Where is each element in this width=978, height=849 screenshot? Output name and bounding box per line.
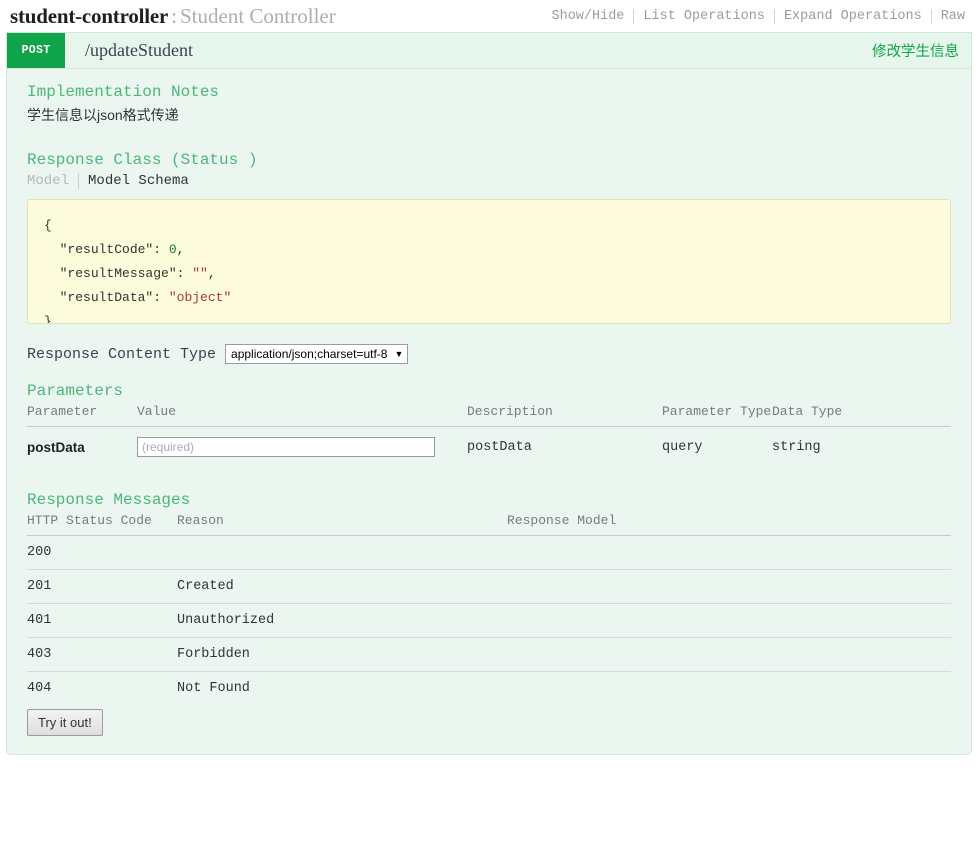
response-messages-table: HTTP Status Code Reason Response Model 2… bbox=[27, 513, 951, 705]
response-content-type-select[interactable]: application/json;charset=utf-8 ▼ bbox=[225, 344, 409, 364]
table-row: 403 Forbidden bbox=[27, 638, 951, 672]
response-content-type-selected-value: application/json;charset=utf-8 bbox=[231, 347, 388, 361]
signature-key-resultdata: "resultData" bbox=[59, 290, 154, 305]
operation-heading[interactable]: POST /updateStudent 修改学生信息 bbox=[6, 32, 972, 68]
parameter-description-cell: postData bbox=[467, 439, 532, 455]
try-it-out-button[interactable]: Try it out! bbox=[27, 709, 103, 736]
parameters-header-parameter: Parameter bbox=[27, 404, 137, 427]
response-reason-cell: Unauthorized bbox=[177, 613, 275, 628]
operation-body: Implementation Notes 学生信息以json格式传递 Respo… bbox=[6, 68, 972, 755]
table-row: 201 Created bbox=[27, 570, 951, 604]
parameter-type-cell: query bbox=[662, 439, 703, 455]
parameters-header-value: Value bbox=[137, 404, 467, 427]
response-content-type-label: Response Content Type bbox=[27, 345, 217, 363]
signature-line-close: } bbox=[44, 314, 52, 324]
operation-updatestudent: POST /updateStudent 修改学生信息 Implementatio… bbox=[6, 32, 972, 755]
implementation-notes-title: Implementation Notes bbox=[27, 83, 220, 101]
signature-colon-2: : bbox=[176, 266, 193, 281]
signature-comma-2: , bbox=[207, 266, 216, 281]
parameters-title: Parameters bbox=[27, 382, 124, 400]
resource-description: Student Controller bbox=[180, 3, 336, 28]
parameters-table: Parameter Value Description Parameter Ty… bbox=[27, 404, 951, 467]
resource-title: student-controller: Student Controller bbox=[10, 4, 336, 29]
chevron-down-icon: ▼ bbox=[394, 348, 404, 359]
signature-value-resultcode: 0 bbox=[168, 242, 177, 257]
tab-model[interactable]: Model bbox=[27, 173, 78, 189]
signature-value-resultdata: "object" bbox=[168, 290, 232, 305]
resource-title-separator: : bbox=[171, 3, 177, 28]
implementation-notes-text: 学生信息以json格式传递 bbox=[27, 107, 179, 123]
response-reason-cell: Forbidden bbox=[177, 647, 250, 662]
parameters-header-row: Parameter Value Description Parameter Ty… bbox=[27, 404, 951, 427]
parameters-header-parameter-type: Parameter Type bbox=[662, 404, 772, 427]
signature-colon-1: : bbox=[153, 242, 169, 257]
response-model-cell bbox=[507, 638, 951, 672]
operation-path[interactable]: /updateStudent bbox=[65, 40, 193, 61]
response-code-cell: 404 bbox=[27, 681, 52, 696]
response-messages-header-row: HTTP Status Code Reason Response Model bbox=[27, 513, 951, 536]
table-row: 401 Unauthorized bbox=[27, 604, 951, 638]
response-header-response-model: Response Model bbox=[507, 513, 951, 536]
parameter-data-type-cell: string bbox=[772, 439, 821, 455]
response-model-cell bbox=[507, 536, 951, 570]
signature-line-open: { bbox=[44, 218, 52, 233]
response-model-cell bbox=[507, 570, 951, 604]
model-schema-signature: { "resultCode": 0, "resultMessage": "", … bbox=[27, 199, 951, 324]
signature-key-resultcode: "resultCode" bbox=[59, 242, 154, 257]
response-reason-cell: Not Found bbox=[177, 681, 250, 696]
resource-name[interactable]: student-controller bbox=[10, 4, 168, 28]
parameters-header-description: Description bbox=[467, 404, 662, 427]
response-header-reason: Reason bbox=[177, 513, 507, 536]
tab-model-schema[interactable]: Model Schema bbox=[79, 173, 189, 189]
parameter-value-cell bbox=[137, 427, 467, 468]
list-operations-link[interactable]: List Operations bbox=[634, 9, 774, 24]
table-row: 200 bbox=[27, 536, 951, 570]
response-model-cell bbox=[507, 672, 951, 706]
resource-options: Show/Hide List Operations Expand Operati… bbox=[543, 8, 975, 24]
response-header-status-code: HTTP Status Code bbox=[27, 513, 177, 536]
raw-link[interactable]: Raw bbox=[932, 9, 974, 24]
signature-comma-1: , bbox=[176, 242, 185, 257]
expand-operations-link[interactable]: Expand Operations bbox=[775, 9, 931, 24]
signature-key-resultmessage: "resultMessage" bbox=[59, 266, 177, 281]
response-messages-title: Response Messages bbox=[27, 491, 191, 509]
submit-area: Try it out! bbox=[27, 709, 951, 736]
response-code-cell: 201 bbox=[27, 579, 52, 594]
table-row: postData postData query string bbox=[27, 427, 951, 468]
response-code-cell: 200 bbox=[27, 545, 52, 560]
response-code-cell: 403 bbox=[27, 647, 52, 662]
http-method-badge: POST bbox=[7, 33, 65, 68]
resource-header: student-controller: Student Controller Sh… bbox=[0, 0, 978, 32]
response-code-cell: 401 bbox=[27, 613, 52, 628]
operation-summary: 修改学生信息 bbox=[872, 44, 959, 60]
response-messages-section: Response Messages HTTP Status Code Reaso… bbox=[27, 491, 951, 705]
signature-value-resultmessage: "" bbox=[192, 266, 208, 281]
table-row: 404 Not Found bbox=[27, 672, 951, 706]
response-class-title: Response Class (Status ) bbox=[27, 151, 258, 169]
response-reason-cell bbox=[177, 536, 507, 570]
parameters-header-data-type: Data Type bbox=[772, 404, 951, 427]
response-reason-cell: Created bbox=[177, 579, 234, 594]
response-model-cell bbox=[507, 604, 951, 638]
response-content-type-row: Response Content Type application/json;c… bbox=[27, 344, 951, 364]
model-tabs: Model Model Schema bbox=[27, 173, 951, 189]
signature-colon-3: : bbox=[153, 290, 169, 305]
parameter-name-cell: postData bbox=[27, 439, 85, 455]
postdata-input[interactable] bbox=[137, 437, 435, 457]
show-hide-link[interactable]: Show/Hide bbox=[543, 9, 634, 24]
